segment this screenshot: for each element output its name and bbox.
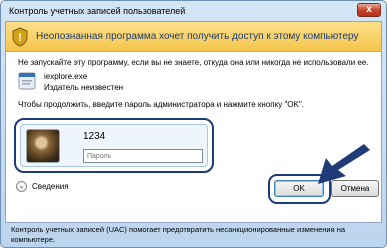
details-label[interactable]: Сведения — [32, 182, 69, 191]
title-bar: Контроль учетных записей пользователей x — [1, 1, 386, 21]
warning-text: Неопознанная программа хочет получить до… — [36, 31, 359, 42]
chevron-down-icon[interactable]: ⌄ — [16, 181, 27, 192]
shield-warning-icon: ! — [12, 27, 28, 47]
footer-text: Контроль учетных записей (UAC) помогает … — [11, 225, 346, 244]
application-icon — [18, 72, 36, 90]
user-name: 1234 — [83, 131, 106, 142]
password-field[interactable] — [83, 149, 203, 163]
pointer-arrow-icon — [318, 144, 370, 184]
footer: Контроль учетных записей (UAC) помогает … — [5, 223, 382, 247]
dialog-content: ! Неопознанная программа хочет получить … — [5, 21, 382, 223]
advice-text: Не запускайте эту программу, если вы не … — [18, 58, 369, 67]
window-title: Контроль учетных записей пользователей — [9, 6, 186, 16]
app-publisher: Издатель неизвестен — [44, 83, 124, 92]
close-button[interactable]: x — [357, 3, 381, 17]
credential-highlight: 1234 — [14, 118, 214, 173]
warning-banner: ! Неопознанная программа хочет получить … — [6, 22, 381, 52]
uac-dialog: Контроль учетных записей пользователей x… — [0, 0, 387, 248]
app-name: iexplore.exe — [44, 72, 88, 81]
svg-text:!: ! — [18, 32, 22, 44]
instruction-text: Чтобы продолжить, введите пароль админис… — [18, 100, 304, 109]
credential-tile[interactable]: 1234 — [20, 124, 208, 167]
user-avatar — [26, 129, 60, 163]
